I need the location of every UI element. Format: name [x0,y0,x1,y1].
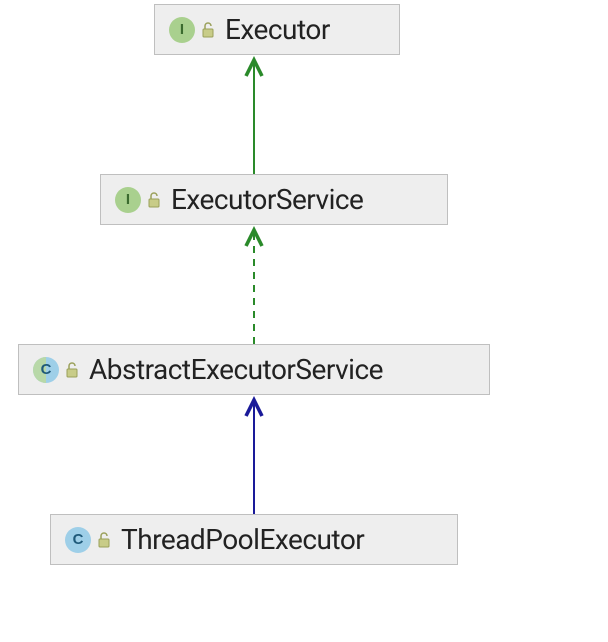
node-abstract-executor-service[interactable]: C AbstractExecutorService [18,344,490,395]
class-icon: C [65,527,91,553]
unlock-icon [65,362,79,378]
icon-group: C [65,527,111,553]
icon-group: I [115,187,161,213]
node-label: Executor [225,13,330,46]
node-executor[interactable]: I Executor [154,4,400,55]
abstract-class-icon: C [33,357,59,383]
unlock-icon [147,192,161,208]
node-label: AbstractExecutorService [89,353,383,386]
node-label: ExecutorService [171,183,363,216]
unlock-icon [97,532,111,548]
node-thread-pool-executor[interactable]: C ThreadPoolExecutor [50,514,458,565]
interface-icon: I [169,17,195,43]
icon-group: C [33,357,79,383]
unlock-icon [201,22,215,38]
node-executor-service[interactable]: I ExecutorService [100,174,448,225]
node-label: ThreadPoolExecutor [121,523,364,556]
icon-group: I [169,17,215,43]
interface-icon: I [115,187,141,213]
